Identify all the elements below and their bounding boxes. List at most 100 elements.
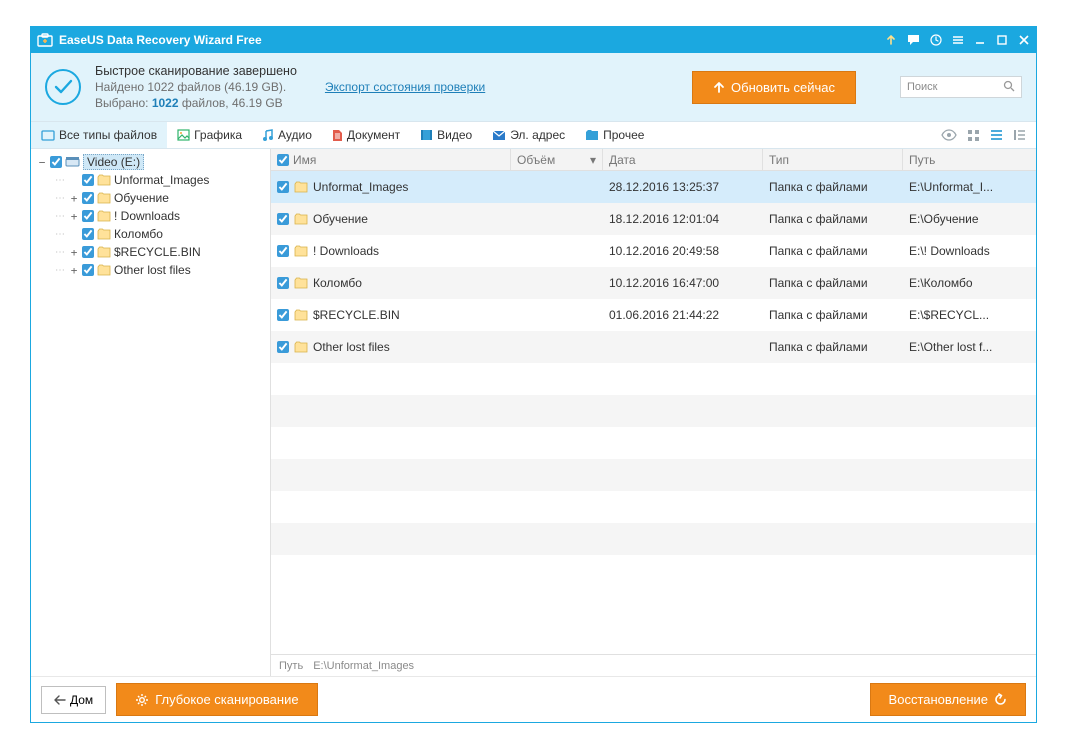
expander-icon[interactable]: + — [69, 192, 79, 205]
status-message: Быстрое сканирование завершено Найдено 1… — [95, 63, 297, 111]
row-type: Папка с файлами — [763, 276, 903, 290]
expander-icon[interactable] — [69, 174, 79, 187]
feedback-icon[interactable] — [907, 34, 920, 46]
table-row-empty — [271, 363, 1036, 395]
maximize-icon[interactable] — [996, 34, 1008, 46]
table-row[interactable]: ! Downloads 10.12.2016 20:49:58 Папка с … — [271, 235, 1036, 267]
export-state-link[interactable]: Экспорт состояния проверки — [325, 80, 485, 94]
expander-icon[interactable]: + — [69, 246, 79, 259]
tree-checkbox[interactable] — [82, 210, 94, 222]
tab-document[interactable]: Документ — [322, 122, 410, 148]
search-icon — [1003, 80, 1015, 95]
status-strip: Быстрое сканирование завершено Найдено 1… — [31, 53, 1036, 121]
recover-icon — [994, 693, 1007, 706]
row-checkbox[interactable] — [277, 309, 289, 321]
row-type: Папка с файлами — [763, 308, 903, 322]
expander-icon[interactable]: − — [37, 156, 47, 169]
tree-item-label: Коломбо — [114, 227, 163, 241]
row-name: Other lost files — [313, 340, 390, 354]
tab-graphics[interactable]: Графика — [167, 122, 252, 148]
col-path[interactable]: Путь — [903, 149, 1036, 170]
folder-icon — [294, 341, 308, 353]
list-header: Имя Объём▾ Дата Тип Путь — [271, 149, 1036, 171]
tree-checkbox[interactable] — [82, 264, 94, 276]
folder-tree: − Video (E:) ⋯ Unformat_Images ⋯ + Обуче… — [31, 149, 271, 676]
tree-checkbox[interactable] — [82, 246, 94, 258]
row-path: E:\Unformat_I... — [903, 180, 1036, 194]
tree-checkbox[interactable] — [82, 228, 94, 240]
search-input[interactable]: Поиск — [900, 76, 1022, 98]
row-checkbox[interactable] — [277, 245, 289, 257]
table-row[interactable]: Unformat_Images 28.12.2016 13:25:37 Папк… — [271, 171, 1036, 203]
history-icon[interactable] — [930, 34, 942, 46]
expander-icon[interactable]: + — [69, 264, 79, 277]
close-icon[interactable] — [1018, 34, 1030, 46]
expander-icon[interactable] — [69, 228, 79, 241]
grid-view-icon[interactable] — [967, 129, 980, 142]
tab-other[interactable]: Прочее — [575, 122, 654, 148]
tree-item[interactable]: ⋯ + Other lost files — [33, 261, 268, 279]
folder-icon — [97, 174, 111, 186]
table-row-empty — [271, 395, 1036, 427]
tree-item-label: $RECYCLE.BIN — [114, 245, 201, 259]
folder-icon — [97, 210, 111, 222]
select-all-checkbox[interactable] — [277, 154, 289, 166]
folder-icon — [97, 264, 111, 276]
scan-complete-icon — [45, 69, 81, 105]
col-date[interactable]: Дата — [603, 149, 763, 170]
row-name: Unformat_Images — [313, 180, 408, 194]
detail-view-icon[interactable] — [1013, 129, 1026, 141]
row-checkbox[interactable] — [277, 277, 289, 289]
tree-item[interactable]: ⋯ + $RECYCLE.BIN — [33, 243, 268, 261]
list-view-icon[interactable] — [990, 129, 1003, 141]
file-list: Имя Объём▾ Дата Тип Путь Unformat_Images… — [271, 149, 1036, 676]
row-path: E:\Other lost f... — [903, 340, 1036, 354]
row-type: Папка с файлами — [763, 340, 903, 354]
tab-email[interactable]: Эл. адрес — [482, 122, 575, 148]
table-row[interactable]: Other lost files Папка с файлами E:\Othe… — [271, 331, 1036, 363]
tab-audio[interactable]: Аудио — [252, 122, 322, 148]
row-checkbox[interactable] — [277, 341, 289, 353]
row-date: 18.12.2016 12:01:04 — [603, 212, 763, 226]
tree-checkbox[interactable] — [50, 156, 62, 168]
col-type[interactable]: Тип — [763, 149, 903, 170]
table-row-empty — [271, 555, 1036, 587]
tree-item[interactable]: ⋯ + Обучение — [33, 189, 268, 207]
row-checkbox[interactable] — [277, 213, 289, 225]
tab-all[interactable]: Все типы файлов — [31, 122, 167, 148]
row-checkbox[interactable] — [277, 181, 289, 193]
tree-item[interactable]: ⋯ + ! Downloads — [33, 207, 268, 225]
folder-icon — [294, 181, 308, 193]
tree-root[interactable]: − Video (E:) — [33, 153, 268, 171]
upgrade-arrow-icon[interactable] — [885, 34, 897, 46]
col-name[interactable]: Имя — [271, 149, 511, 170]
path-bar: Путь E:\Unformat_Images — [271, 654, 1036, 676]
deep-scan-button[interactable]: Глубокое сканирование — [116, 683, 317, 716]
upgrade-button[interactable]: Обновить сейчас — [692, 71, 856, 104]
menu-icon[interactable] — [952, 34, 964, 46]
minimize-icon[interactable] — [974, 34, 986, 46]
table-row[interactable]: Коломбо 10.12.2016 16:47:00 Папка с файл… — [271, 267, 1036, 299]
tree-item[interactable]: ⋯ Коломбо — [33, 225, 268, 243]
scan-target-icon — [135, 693, 149, 707]
tree-checkbox[interactable] — [82, 174, 94, 186]
filter-tabs: Все типы файлов Графика Аудио Документ В… — [31, 121, 1036, 149]
recover-button[interactable]: Восстановление — [870, 683, 1026, 716]
table-row-empty — [271, 427, 1036, 459]
row-path: E:\Обучение — [903, 212, 1036, 226]
row-type: Папка с файлами — [763, 180, 903, 194]
preview-icon[interactable] — [941, 129, 957, 141]
table-row[interactable]: $RECYCLE.BIN 01.06.2016 21:44:22 Папка с… — [271, 299, 1036, 331]
home-button[interactable]: Дом — [41, 686, 106, 714]
expander-icon[interactable]: + — [69, 210, 79, 223]
status-title: Быстрое сканирование завершено — [95, 63, 297, 79]
col-size[interactable]: Объём▾ — [511, 149, 603, 170]
path-label: Путь — [279, 660, 303, 672]
tab-video[interactable]: Видео — [410, 122, 482, 148]
folder-icon — [97, 228, 111, 240]
back-arrow-icon — [54, 695, 66, 705]
tree-checkbox[interactable] — [82, 192, 94, 204]
table-row[interactable]: Обучение 18.12.2016 12:01:04 Папка с фай… — [271, 203, 1036, 235]
status-selected: Выбрано: 1022 файлов, 46.19 GB — [95, 95, 297, 111]
tree-item[interactable]: ⋯ Unformat_Images — [33, 171, 268, 189]
